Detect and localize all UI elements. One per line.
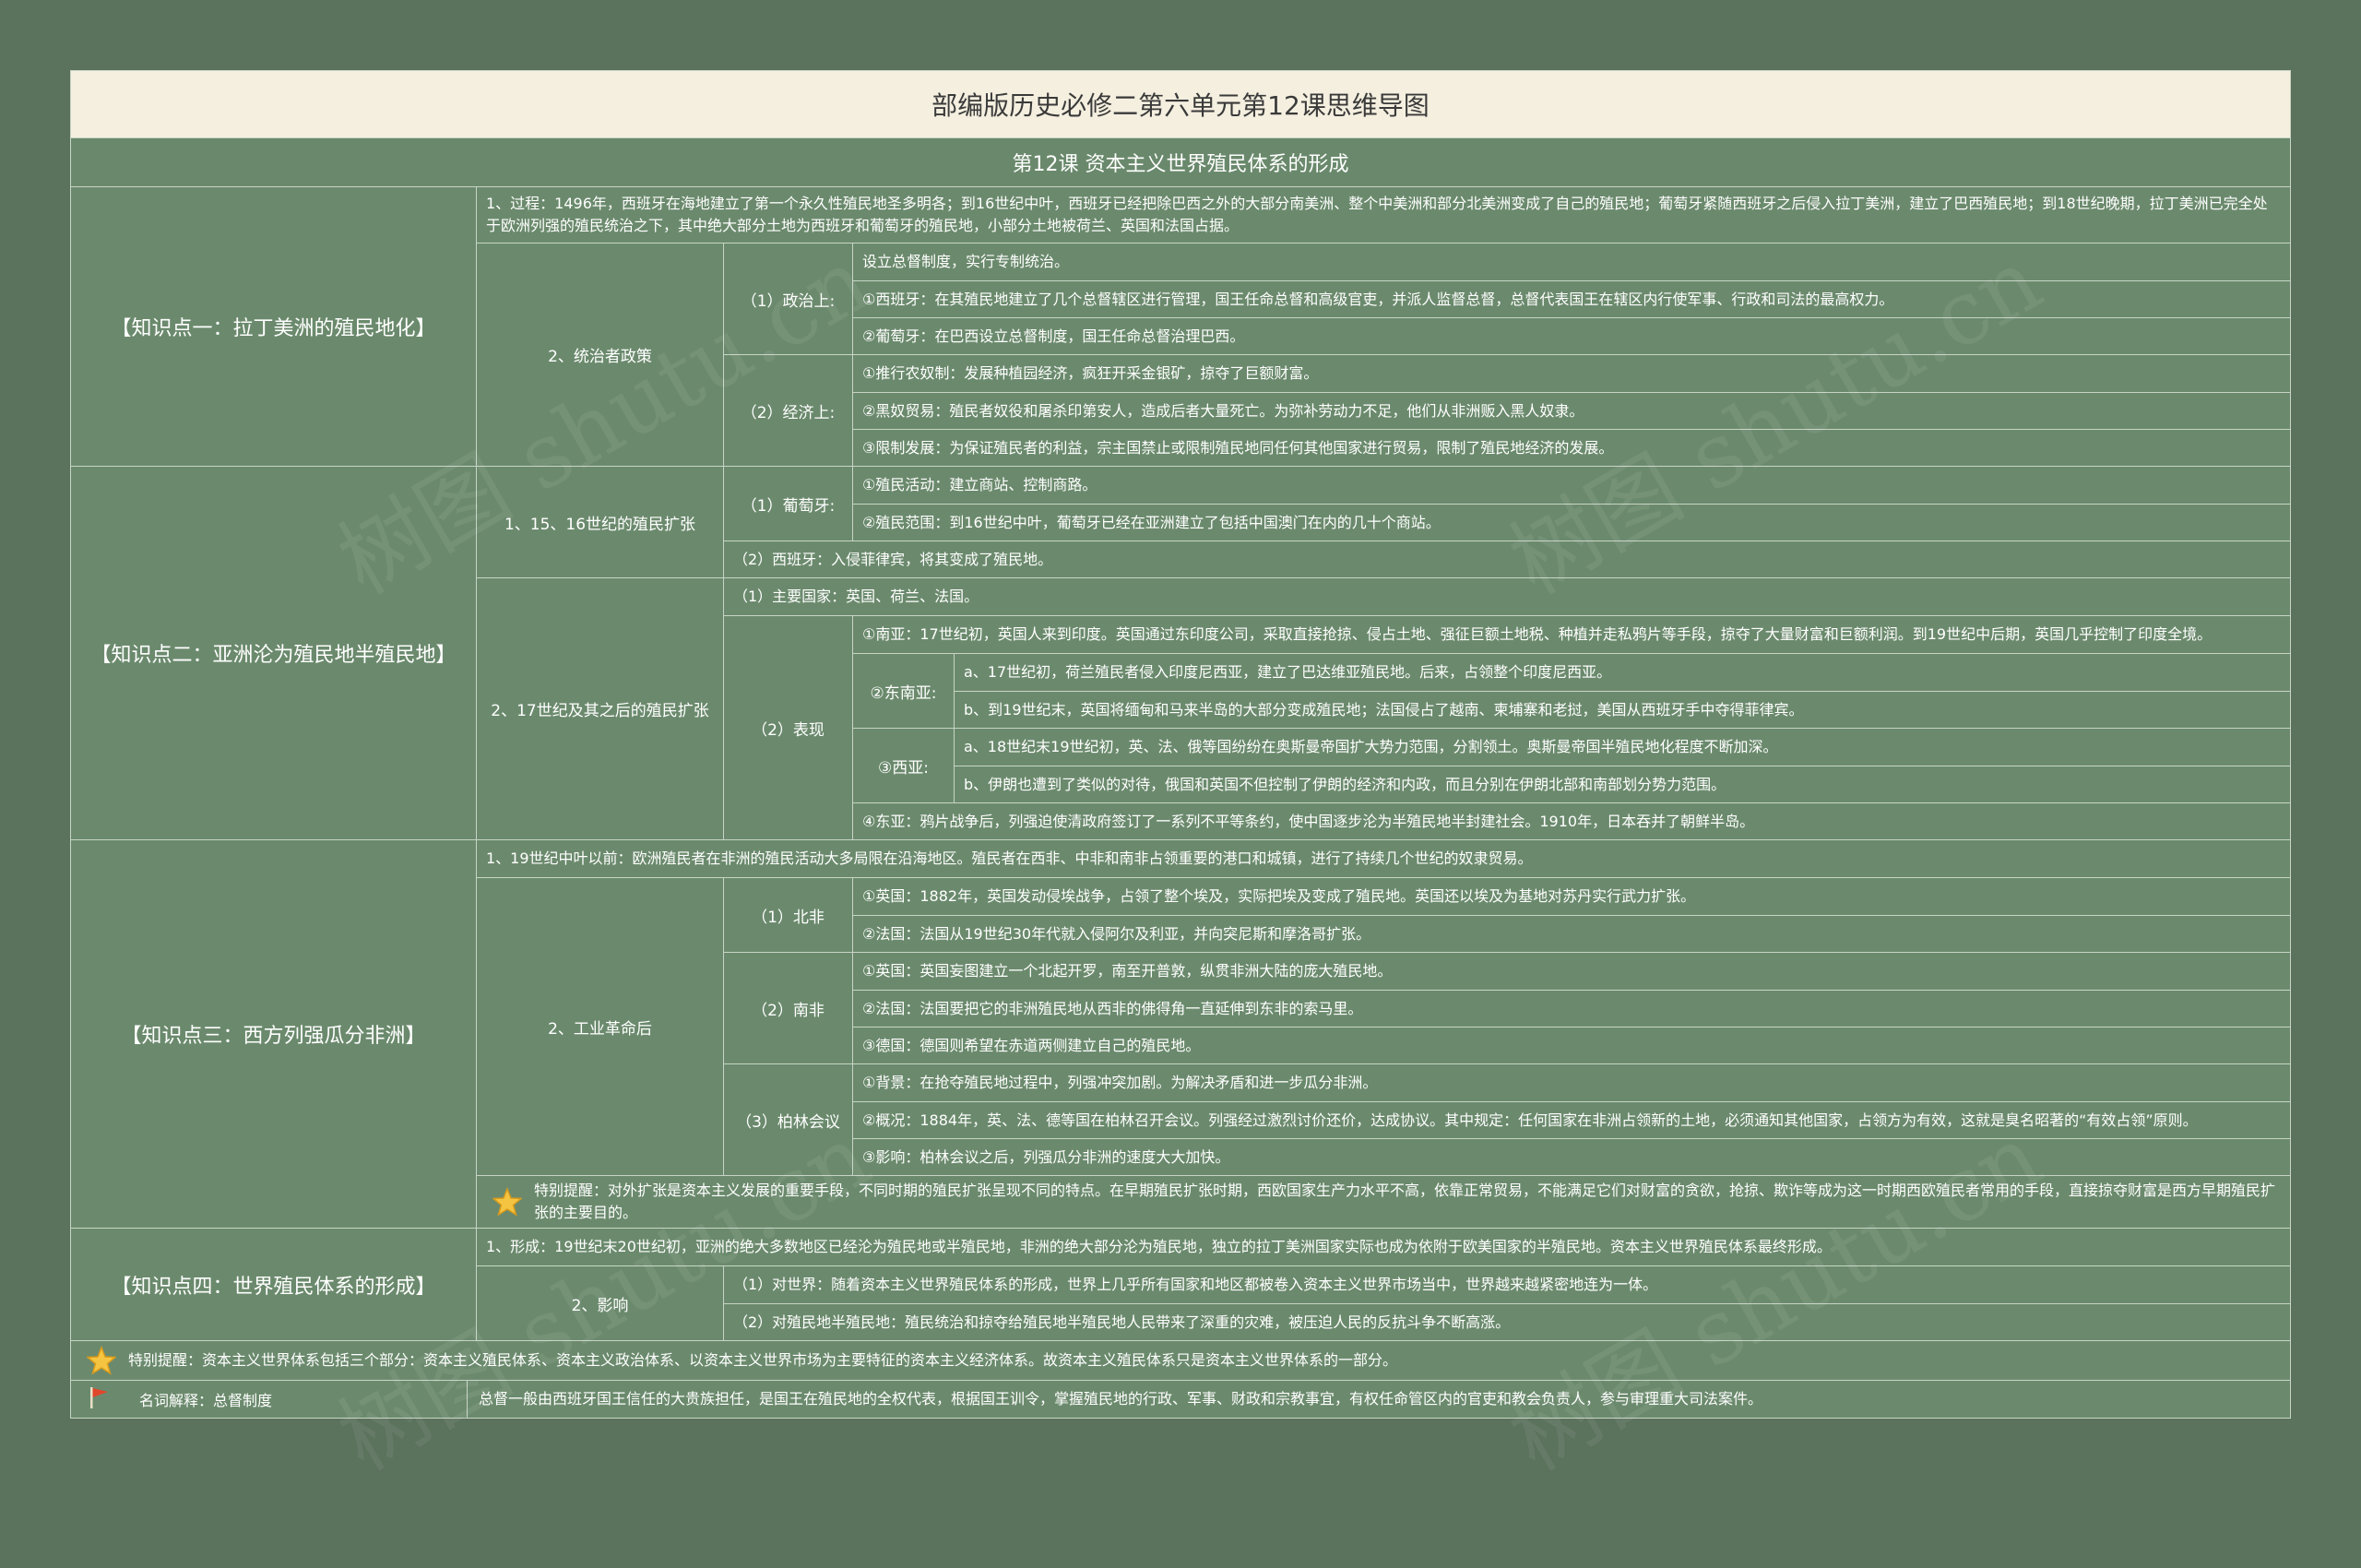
star-icon	[492, 1186, 523, 1218]
special-tip-row: 特别提醒：资本主义世界体系包括三个部分：资本主义殖民体系、资本主义政治体系、以资…	[71, 1341, 2290, 1381]
branch-label: （1）北非	[724, 878, 853, 952]
leaf-text: （1）对世界：随着资本主义世界殖民体系的形成，世界上几乎所有国家和地区都被卷入资…	[733, 1276, 1658, 1293]
star-icon	[86, 1345, 117, 1376]
leaf-text: ③限制发展：为保证殖民者的利益，宗主国禁止或限制殖民地同任何其他国家进行贸易，限…	[853, 429, 2290, 466]
branch-label: ②东南亚:	[853, 654, 955, 728]
special-tip: 特别提醒：资本主义世界体系包括三个部分：资本主义殖民体系、资本主义政治体系、以资…	[71, 1341, 2290, 1380]
leaf-text: a、18世纪末19世纪初，英、法、俄等国纷纷在奥斯曼帝国扩大势力范围，分割领土。…	[964, 738, 1778, 755]
tip-text: 特别提醒：对外扩张是资本主义发展的重要手段，不同时期的殖民扩张呈现不同的特点。在…	[534, 1182, 2276, 1221]
section-latin-america: 【知识点一：拉丁美洲的殖民地化】 1、过程：1496年，西班牙在海地建立了第一个…	[71, 187, 2290, 467]
leaf-text: b、伊朗也遭到了类似的对待，俄国和英国不但控制了伊朗的经济和内政，而且分别在伊朗…	[955, 766, 2290, 802]
mindmap-table: 部编版历史必修二第六单元第12课思维导图 第12课 资本主义世界殖民体系的形成 …	[70, 70, 2291, 1419]
term-label-cell: 名词解释：总督制度	[71, 1381, 468, 1418]
branch-label: 2、17世纪及其之后的殖民扩张	[477, 578, 724, 839]
branch-label: 1、15、16世纪的殖民扩张	[477, 467, 724, 577]
section-asia: 【知识点二：亚洲沦为殖民地半殖民地】 1、15、16世纪的殖民扩张 （1）葡萄牙…	[71, 467, 2290, 840]
branch-label: （2）南非	[724, 953, 853, 1063]
branch-label: （2）表现	[724, 616, 853, 839]
section-africa: 【知识点三：西方列强瓜分非洲】 1、19世纪中叶以前：欧洲殖民者在非洲的殖民活动…	[71, 840, 2290, 1229]
leaf-text: ①英国：1882年，英国发动侵埃战争，占领了整个埃及，实际把埃及变成了殖民地。英…	[862, 887, 1696, 905]
page-title: 部编版历史必修二第六单元第12课思维导图	[71, 71, 2290, 138]
leaf-text: ②法国：法国从19世纪30年代就入侵阿尔及利亚，并向突尼斯和摩洛哥扩张。	[853, 915, 2290, 952]
section-label: 【知识点三：西方列强瓜分非洲】	[71, 840, 477, 1228]
leaf-text: （2）西班牙：入侵菲律宾，将其变成了殖民地。	[724, 540, 2290, 577]
leaf-text: ②黑奴贸易：殖民者奴役和屠杀印第安人，造成后者大量死亡。为弥补劳动力不足，他们从…	[853, 392, 2290, 429]
lesson-title: 第12课 资本主义世界殖民体系的形成	[71, 138, 2290, 187]
leaf-text: （2）对殖民地半殖民地：殖民统治和掠夺给殖民地半殖民地人民带来了深重的灾难，被压…	[724, 1303, 2290, 1340]
leaf-text: ①殖民活动：建立商站、控制商路。	[862, 476, 1097, 493]
leaf-text: ①南亚：17世纪初，英国人来到印度。英国通过东印度公司，采取直接抢掠、侵占土地、…	[862, 625, 2213, 643]
branch-label: （2）经济上:	[724, 355, 853, 466]
leaf-text: ③德国：德国则希望在赤道两侧建立自己的殖民地。	[853, 1027, 2290, 1063]
branch-label: 2、统治者政策	[477, 244, 724, 466]
leaf-text: ②概况：1884年，英、法、德等国在柏林召开会议。列强经过激烈讨价还价，达成协议…	[853, 1101, 2290, 1138]
leaf-text: 设立总督制度，实行专制统治。	[862, 253, 1070, 270]
branch-label: （1）政治上:	[724, 244, 853, 354]
term-row: 名词解释：总督制度 总督一般由西班牙国王信任的大贵族担任，是国王在殖民地的全权代…	[71, 1381, 2290, 1418]
section-label: 【知识点四：世界殖民体系的形成】	[71, 1229, 477, 1340]
branch-label: 2、工业革命后	[477, 878, 724, 1175]
leaf-text: ①推行农奴制：发展种植园经济，疯狂开采金银矿，掠夺了巨额财富。	[862, 364, 1319, 382]
leaf-text: ①西班牙：在其殖民地建立了几个总督辖区进行管理，国王任命总督和高级官吏，并派人监…	[853, 280, 2290, 317]
term-definition: 总督一般由西班牙国王信任的大贵族担任，是国王在殖民地的全权代表，根据国王训令，掌…	[479, 1390, 1763, 1408]
term-label: 名词解释：总督制度	[139, 1392, 273, 1409]
branch-label: 2、影响	[477, 1266, 724, 1340]
leaf-text: ①英国：英国妄图建立一个北起开罗，南至开普敦，纵贯非洲大陆的庞大殖民地。	[862, 962, 1393, 980]
leaf-text: ②葡萄牙：在巴西设立总督制度，国王任命总督治理巴西。	[853, 317, 2290, 354]
section-world-system: 【知识点四：世界殖民体系的形成】 1、形成：19世纪末20世纪初，亚洲的绝大多数…	[71, 1229, 2290, 1341]
branch-label: ③西亚:	[853, 729, 955, 802]
branch-label: （3）柏林会议	[724, 1064, 853, 1175]
leaf-text: ①背景：在抢夺殖民地过程中，列强冲突加剧。为解决矛盾和进一步瓜分非洲。	[862, 1074, 1378, 1091]
leaf-text: ②法国：法国要把它的非洲殖民地从西非的佛得角一直延伸到东非的索马里。	[853, 990, 2290, 1027]
leaf-text: 1、形成：19世纪末20世纪初，亚洲的绝大多数地区已经沦为殖民地或半殖民地，非洲…	[486, 1238, 1832, 1255]
leaf-text: 1、19世纪中叶以前：欧洲殖民者在非洲的殖民活动大多局限在沿海地区。殖民者在西非…	[486, 849, 1533, 867]
leaf-text: 1、过程：1496年，西班牙在海地建立了第一个永久性殖民地圣多明各；到16世纪中…	[486, 195, 2268, 234]
tip-text: 特别提醒：资本主义世界体系包括三个部分：资本主义殖民体系、资本主义政治体系、以资…	[128, 1351, 1398, 1369]
leaf-text: a、17世纪初，荷兰殖民者侵入印度尼西亚，建立了巴达维亚殖民地。后来，占领整个印…	[964, 663, 1612, 681]
flag-icon	[86, 1384, 112, 1414]
section-label: 【知识点一：拉丁美洲的殖民地化】	[71, 187, 477, 466]
special-tip: 特别提醒：对外扩张是资本主义发展的重要手段，不同时期的殖民扩张呈现不同的特点。在…	[477, 1175, 2290, 1228]
leaf-text: ②殖民范围：到16世纪中叶，葡萄牙已经在亚洲建立了包括中国澳门在内的几十个商站。	[853, 504, 2290, 540]
leaf-text: b、到19世纪末，英国将缅甸和马来半岛的大部分变成殖民地；法国侵占了越南、柬埔寨…	[955, 691, 2290, 728]
leaf-text: （1）主要国家：英国、荷兰、法国。	[733, 588, 979, 605]
section-label: 【知识点二：亚洲沦为殖民地半殖民地】	[71, 467, 477, 839]
leaf-text: ④东亚：鸦片战争后，列强迫使清政府签订了一系列不平等条约，使中国逐步沦为半殖民地…	[853, 802, 2290, 839]
leaf-text: ③影响：柏林会议之后，列强瓜分非洲的速度大大加快。	[853, 1138, 2290, 1175]
branch-label: （1）葡萄牙:	[724, 467, 853, 540]
